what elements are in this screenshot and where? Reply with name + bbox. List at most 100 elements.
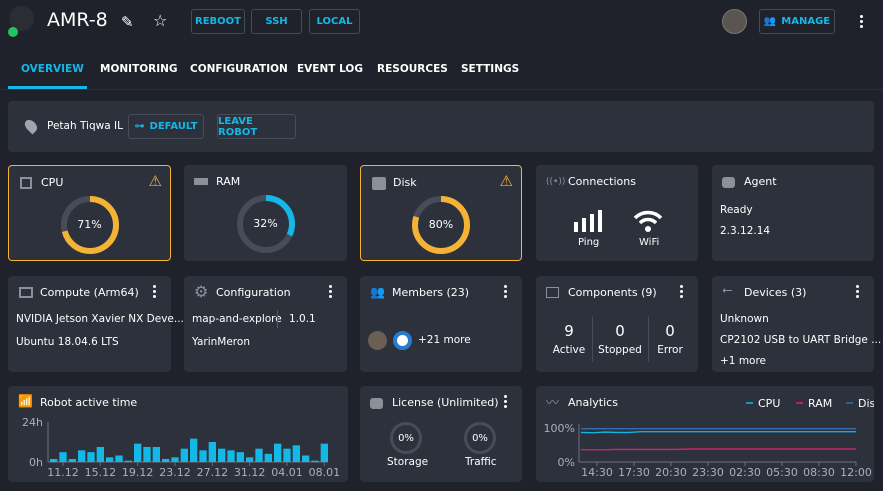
x-tick-label: 27.12 bbox=[197, 466, 229, 479]
tab-overview[interactable]: OVERVIEW bbox=[21, 63, 84, 75]
user-avatar[interactable] bbox=[722, 9, 747, 34]
traffic-value: 0% bbox=[472, 432, 488, 444]
members-more[interactable]: +21 more bbox=[418, 334, 471, 346]
bar bbox=[283, 448, 291, 462]
license-title: License (Unlimited) bbox=[392, 396, 499, 409]
components-icon bbox=[546, 287, 559, 298]
analytics-card[interactable]: 〰 Analytics 0% 100% 14:30 17:30 20:30 23:30 02… bbox=[536, 386, 874, 482]
compute-os: Ubuntu 18.04.6 LTS bbox=[16, 336, 119, 348]
more-icon[interactable] bbox=[329, 284, 333, 300]
tab-event-log[interactable]: EVENT LOG bbox=[297, 63, 363, 75]
x-tick-label: 23.12 bbox=[159, 466, 191, 479]
traffic-label: Traffic bbox=[465, 456, 497, 468]
ping-label: Ping bbox=[578, 237, 600, 248]
people-icon: 👥 bbox=[370, 285, 385, 299]
component-stat-error: 0 Error bbox=[650, 322, 690, 356]
agent-card[interactable]: Agent Ready 2.3.12.14 bbox=[712, 165, 874, 261]
member-avatar[interactable] bbox=[393, 331, 412, 350]
device-item: CP2102 USB to UART Bridge ... bbox=[720, 334, 882, 346]
y-tick-label: 24h bbox=[22, 416, 43, 429]
x-tick-label: 19.12 bbox=[122, 466, 154, 479]
leave-robot-button[interactable]: LEAVE ROBOT bbox=[217, 114, 296, 139]
active-label: Active bbox=[552, 344, 586, 356]
bar bbox=[218, 448, 226, 462]
agent-title: Agent bbox=[744, 175, 777, 188]
x-tick-label: 05:30 bbox=[766, 466, 798, 479]
member-avatar[interactable] bbox=[368, 331, 387, 350]
manage-button[interactable]: 👥 MANAGE bbox=[759, 9, 835, 34]
disk-title: Disk bbox=[393, 176, 417, 189]
bar bbox=[227, 450, 235, 462]
components-card[interactable]: Components (9) 9 Active 0 Stopped 0 Error bbox=[536, 276, 698, 372]
local-button[interactable]: LOCAL bbox=[309, 9, 360, 34]
cpu-title: CPU bbox=[41, 176, 64, 189]
stopped-label: Stopped bbox=[598, 344, 642, 356]
edit-icon[interactable]: ✎ bbox=[121, 13, 134, 31]
bar bbox=[208, 442, 216, 462]
gear-icon: ⚙ bbox=[194, 282, 209, 301]
component-stat-active: 9 Active bbox=[548, 322, 590, 356]
x-tick-label: 12:00 bbox=[840, 466, 872, 479]
tab-configuration[interactable]: CONFIGURATION bbox=[190, 63, 288, 75]
bar bbox=[134, 443, 142, 462]
disk-value: 80% bbox=[428, 218, 454, 231]
x-tick-label: 23:30 bbox=[692, 466, 724, 479]
config-user: YarinMeron bbox=[192, 336, 250, 348]
active-time-chart: 0h 24h 11.12 15.12 19.12 23.12 27.12 31.12 04.01… bbox=[22, 416, 340, 479]
tab-monitoring[interactable]: MONITORING bbox=[100, 63, 178, 75]
disk-icon bbox=[372, 177, 386, 190]
agent-version: 2.3.12.14 bbox=[720, 225, 771, 237]
more-icon[interactable] bbox=[153, 284, 157, 300]
ram-card[interactable]: RAM 32% bbox=[184, 165, 347, 261]
default-fleet-button[interactable]: ⊶ DEFAULT bbox=[128, 114, 204, 139]
bar bbox=[96, 447, 104, 462]
status-dot bbox=[8, 27, 18, 37]
compute-card[interactable]: Compute (Arm64) NVIDIA Jetson Xavier NX … bbox=[8, 276, 184, 372]
x-tick-label: 02:30 bbox=[729, 466, 761, 479]
more-icon[interactable] bbox=[856, 284, 860, 300]
analytics-chart: 0% 100% 14:30 17:30 20:30 23:30 02:30 05:30 08:3… bbox=[544, 397, 874, 479]
x-tick-label: 20:30 bbox=[655, 466, 687, 479]
more-icon[interactable] bbox=[680, 284, 684, 300]
bar bbox=[162, 459, 170, 462]
members-card[interactable]: 👥 Members (23) +21 more bbox=[360, 276, 522, 372]
configuration-title: Configuration bbox=[216, 286, 291, 299]
bar bbox=[115, 455, 123, 462]
tab-resources[interactable]: RESOURCES bbox=[377, 63, 448, 75]
x-tick-label: 11.12 bbox=[47, 466, 79, 479]
star-icon[interactable]: ☆ bbox=[153, 11, 167, 30]
bar bbox=[264, 453, 272, 462]
devices-card[interactable]: ⭠ Devices (3) Unknown CP2102 USB to UART… bbox=[712, 276, 881, 372]
x-tick-label: 08:30 bbox=[803, 466, 835, 479]
ssh-button[interactable]: SSH bbox=[251, 9, 302, 34]
more-icon[interactable] bbox=[504, 284, 508, 300]
antenna-icon: ((•)) bbox=[546, 177, 566, 187]
bar bbox=[171, 457, 179, 462]
more-icon[interactable] bbox=[860, 14, 864, 30]
bar bbox=[87, 452, 95, 462]
people-icon: 👥 bbox=[763, 16, 777, 27]
devices-more[interactable]: +1 more bbox=[720, 355, 766, 367]
ram-title: RAM bbox=[216, 175, 241, 188]
tab-settings[interactable]: SETTINGS bbox=[461, 63, 519, 75]
cpu-value: 71% bbox=[77, 218, 102, 231]
series-line-cpu bbox=[580, 431, 856, 434]
x-tick-label: 14:30 bbox=[581, 466, 613, 479]
ping-signal-icon bbox=[574, 210, 602, 232]
active-time-card[interactable]: 📶 Robot active time 0h 24h 11.12 15.12 19.12… bbox=[8, 386, 348, 482]
config-name: map-and-explore bbox=[192, 313, 282, 325]
cpu-chip-icon bbox=[20, 177, 32, 189]
active-count: 9 bbox=[564, 322, 574, 340]
components-title: Components (9) bbox=[568, 286, 657, 299]
y-tick-label: 0h bbox=[29, 456, 43, 469]
reboot-button[interactable]: REBOOT bbox=[191, 9, 245, 34]
connections-card[interactable]: ((•)) Connections Ping WiFi bbox=[536, 165, 698, 261]
cpu-card[interactable]: CPU ⚠ 71% bbox=[8, 165, 171, 261]
bar bbox=[68, 459, 76, 462]
license-card[interactable]: License (Unlimited) 0% Storage 0% Traffi… bbox=[360, 386, 522, 482]
bar bbox=[180, 448, 188, 462]
disk-card[interactable]: Disk ⚠ 80% bbox=[360, 165, 522, 261]
more-icon[interactable] bbox=[504, 394, 508, 410]
configuration-card[interactable]: ⚙ Configuration map-and-explore 1.0.1 Ya… bbox=[184, 276, 347, 372]
bar bbox=[320, 443, 328, 462]
